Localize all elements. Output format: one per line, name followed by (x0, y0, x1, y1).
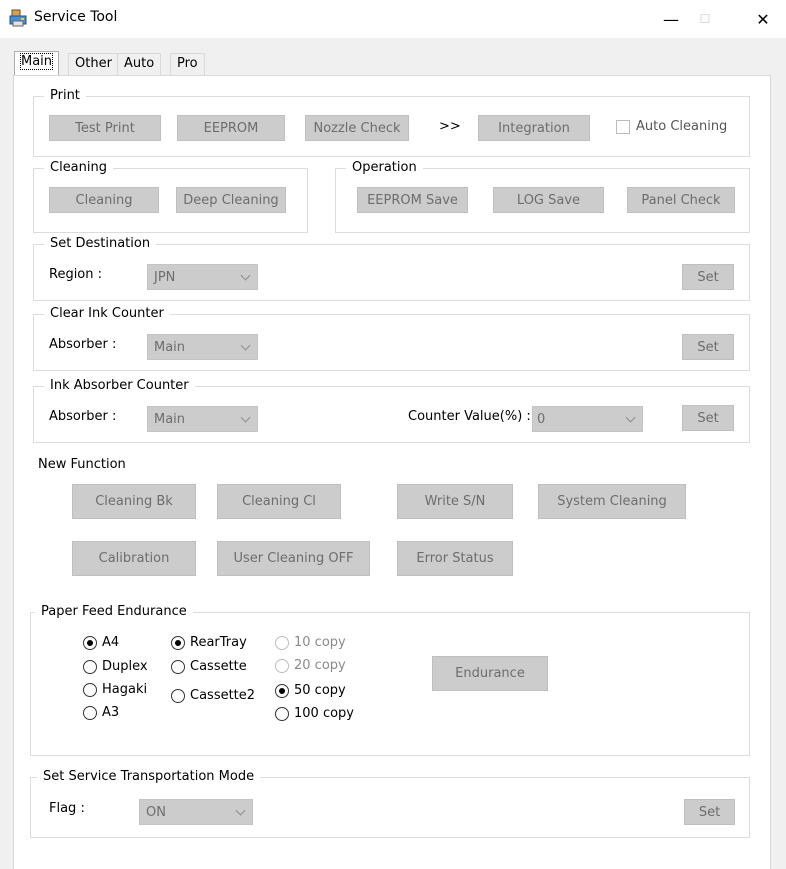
system-cleaning-button[interactable]: System Cleaning (538, 484, 686, 519)
cleaning-button[interactable]: Cleaning (49, 187, 159, 213)
clear-ink-set-button[interactable]: Set (682, 334, 734, 360)
tab-main[interactable]: Main (14, 51, 60, 75)
flag-value: ON (146, 804, 166, 820)
ink-absorber-counter-title: Ink Absorber Counter (44, 378, 195, 394)
nozzle-check-button[interactable]: Nozzle Check (305, 115, 409, 141)
eeprom-button[interactable]: EEPROM (177, 115, 285, 141)
absorber-label: Absorber : (49, 409, 117, 424)
radio-hagaki-label: Hagaki (102, 682, 148, 697)
maximize-button[interactable]: ☐ (682, 0, 728, 38)
maximize-icon: ☐ (699, 12, 711, 26)
radio-cassette2-label: Cassette2 (190, 688, 256, 703)
chevron-down-icon (240, 412, 251, 423)
window-title: Service Tool (34, 9, 118, 25)
radio-hagaki[interactable] (83, 683, 97, 697)
region-value: JPN (154, 269, 176, 285)
radio-20-copy-label: 20 copy (294, 658, 346, 673)
error-status-button[interactable]: Error Status (397, 541, 513, 576)
test-print-button[interactable]: Test Print (49, 115, 161, 141)
paper-feed-endurance-title: Paper Feed Endurance (35, 604, 193, 620)
paper-feed-endurance-group: Paper Feed Endurance A4 Duplex Hagaki A3… (30, 604, 750, 756)
auto-cleaning-label: Auto Cleaning (636, 119, 728, 134)
radio-10-copy-label: 10 copy (294, 635, 346, 650)
cleaning-group: Cleaning Cleaning Deep Cleaning (33, 160, 308, 233)
cleaning-cl-button[interactable]: Cleaning Cl (217, 484, 341, 519)
radio-duplex[interactable] (83, 660, 97, 674)
app-icon (9, 9, 27, 27)
radio-10-copy[interactable] (275, 636, 289, 650)
endurance-button[interactable]: Endurance (432, 656, 548, 691)
transport-mode-title: Set Service Transportation Mode (37, 769, 261, 785)
radio-reartray-label: RearTray (190, 635, 247, 650)
ink-absorber-set-button[interactable]: Set (682, 405, 734, 431)
radio-a3-label: A3 (102, 705, 120, 720)
minimize-icon: — (663, 9, 679, 29)
deep-cleaning-button[interactable]: Deep Cleaning (176, 187, 286, 213)
radio-a3[interactable] (83, 706, 97, 720)
radio-cassette-label: Cassette (190, 659, 247, 674)
log-save-button[interactable]: LOG Save (493, 187, 604, 213)
radio-100-copy[interactable] (275, 707, 289, 721)
arrows-label: >> (439, 119, 461, 134)
absorber-select[interactable]: Main (147, 406, 258, 432)
clear-absorber-label: Absorber : (49, 337, 117, 352)
radio-a4-label: A4 (102, 635, 120, 650)
cleaning-bk-button[interactable]: Cleaning Bk (72, 484, 196, 519)
flag-select[interactable]: ON (139, 799, 253, 825)
user-cleaning-off-button[interactable]: User Cleaning OFF (217, 541, 370, 576)
chevron-down-icon (240, 270, 251, 281)
integration-button[interactable]: Integration (478, 115, 590, 141)
chevron-down-icon (625, 412, 636, 423)
counter-value-select[interactable]: 0 (532, 406, 643, 432)
print-group-title: Print (44, 88, 86, 104)
operation-group-title: Operation (346, 160, 423, 176)
calibration-button[interactable]: Calibration (72, 541, 196, 576)
radio-cassette[interactable] (171, 660, 185, 674)
set-destination-title: Set Destination (44, 236, 157, 252)
transport-set-button[interactable]: Set (684, 799, 735, 825)
clear-ink-counter-group: Clear Ink Counter Absorber : Main Set (33, 306, 750, 371)
main-panel: Print Test Print EEPROM Nozzle Check >> … (13, 75, 771, 869)
tab-other[interactable]: Other (68, 53, 119, 75)
set-destination-button[interactable]: Set (682, 264, 734, 290)
radio-50-copy[interactable] (275, 684, 289, 698)
cleaning-group-title: Cleaning (44, 160, 113, 176)
radio-cassette2[interactable] (171, 689, 185, 703)
new-function-title: New Function (38, 457, 126, 472)
radio-100-copy-label: 100 copy (294, 706, 354, 721)
close-button[interactable]: ✕ (740, 0, 786, 38)
operation-group: Operation EEPROM Save LOG Save Panel Che… (335, 160, 750, 233)
radio-20-copy[interactable] (275, 659, 289, 673)
tab-auto[interactable]: Auto (117, 53, 162, 75)
radio-50-copy-label: 50 copy (294, 683, 346, 698)
eeprom-save-button[interactable]: EEPROM Save (357, 187, 468, 213)
clear-absorber-select[interactable]: Main (147, 334, 258, 360)
radio-reartray[interactable] (171, 636, 185, 650)
print-group: Print Test Print EEPROM Nozzle Check >> … (33, 88, 750, 157)
region-label: Region : (49, 267, 103, 282)
radio-a4[interactable] (83, 636, 97, 650)
transport-mode-group: Set Service Transportation Mode Flag : O… (30, 769, 750, 838)
counter-value: 0 (537, 411, 546, 427)
absorber-value: Main (154, 411, 186, 427)
clear-ink-counter-title: Clear Ink Counter (44, 306, 170, 322)
auto-cleaning-checkbox[interactable] (616, 120, 630, 134)
region-select[interactable]: JPN (147, 264, 258, 290)
write-sn-button[interactable]: Write S/N (397, 484, 513, 519)
panel-check-button[interactable]: Panel Check (627, 187, 735, 213)
close-icon: ✕ (756, 9, 770, 29)
tab-pro[interactable]: Pro (170, 53, 205, 75)
counter-value-label: Counter Value(%) : (408, 409, 531, 424)
flag-label: Flag : (49, 801, 85, 816)
title-bar: Service Tool — ☐ ✕ (0, 0, 786, 38)
clear-absorber-value: Main (154, 339, 186, 355)
chevron-down-icon (240, 340, 251, 351)
set-destination-group: Set Destination Region : JPN Set (33, 236, 750, 301)
ink-absorber-counter-group: Ink Absorber Counter Absorber : Main Cou… (33, 378, 750, 443)
chevron-down-icon (235, 805, 246, 816)
radio-duplex-label: Duplex (102, 659, 148, 674)
